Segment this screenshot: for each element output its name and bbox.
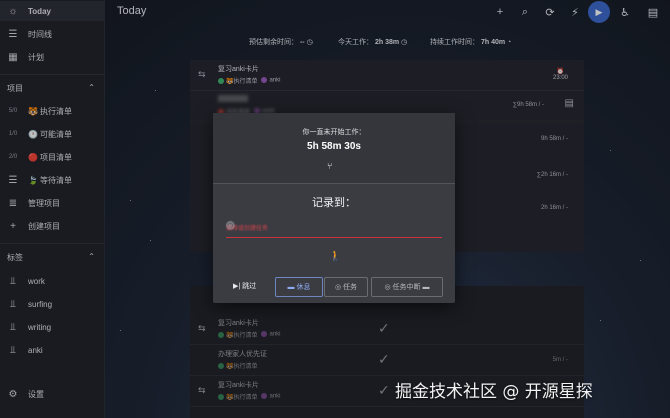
- task-button[interactable]: ◎ 任务: [324, 277, 368, 297]
- rest-icon: ▬: [422, 283, 430, 291]
- divider: [213, 183, 455, 184]
- merge-icon[interactable]: ⑂: [327, 161, 332, 171]
- rest-button[interactable]: ▬ 休息: [275, 277, 323, 297]
- idle-duration: 5h 58m 30s: [307, 141, 361, 152]
- watermark: 掘金技术社区 @ 开源星探: [395, 382, 593, 402]
- dialog-actions: ▶| 跳过 ▬ 休息 ◎ 任务 ◎ 任务中断 ▬: [213, 275, 455, 297]
- idle-question: 你一直未开始工作：: [302, 129, 366, 136]
- target-icon: ◎: [334, 284, 342, 291]
- skip-button[interactable]: ▶| 跳过: [233, 281, 256, 291]
- skip-icon: ▶|: [233, 283, 241, 290]
- rest-icon: ▬: [287, 283, 295, 291]
- target-icon: ◎: [384, 284, 391, 291]
- interrupt-button[interactable]: ◎ 任务中断 ▬: [371, 277, 443, 297]
- task-select-input[interactable]: 选择或创建任务 ◎: [226, 217, 442, 238]
- log-to-label: 记录到：: [312, 197, 356, 209]
- target-icon[interactable]: ◎: [226, 220, 442, 231]
- walk-icon[interactable]: 🚶: [329, 251, 341, 262]
- idle-log-dialog: 你一直未开始工作： 5h 58m 30s ⑂ 记录到： 选择或创建任务 ◎ 🚶 …: [213, 113, 455, 303]
